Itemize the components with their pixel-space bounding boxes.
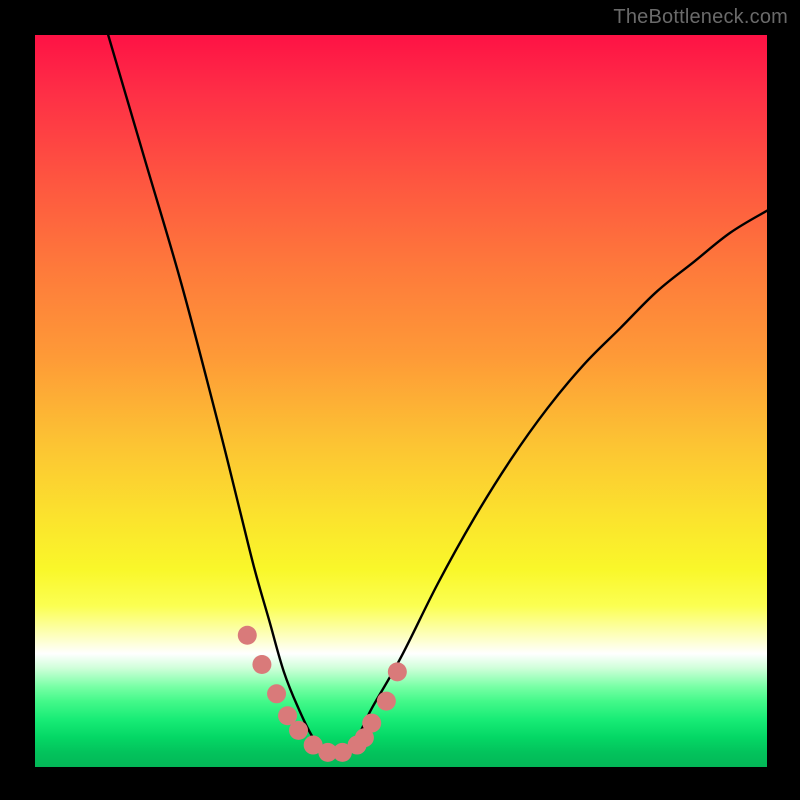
plot-area [35,35,767,767]
bottleneck-curve [108,35,767,754]
chart-frame: TheBottleneck.com [0,0,800,800]
highlight-dots [238,626,407,762]
watermark-text: TheBottleneck.com [613,6,788,29]
curve-layer [35,35,767,767]
